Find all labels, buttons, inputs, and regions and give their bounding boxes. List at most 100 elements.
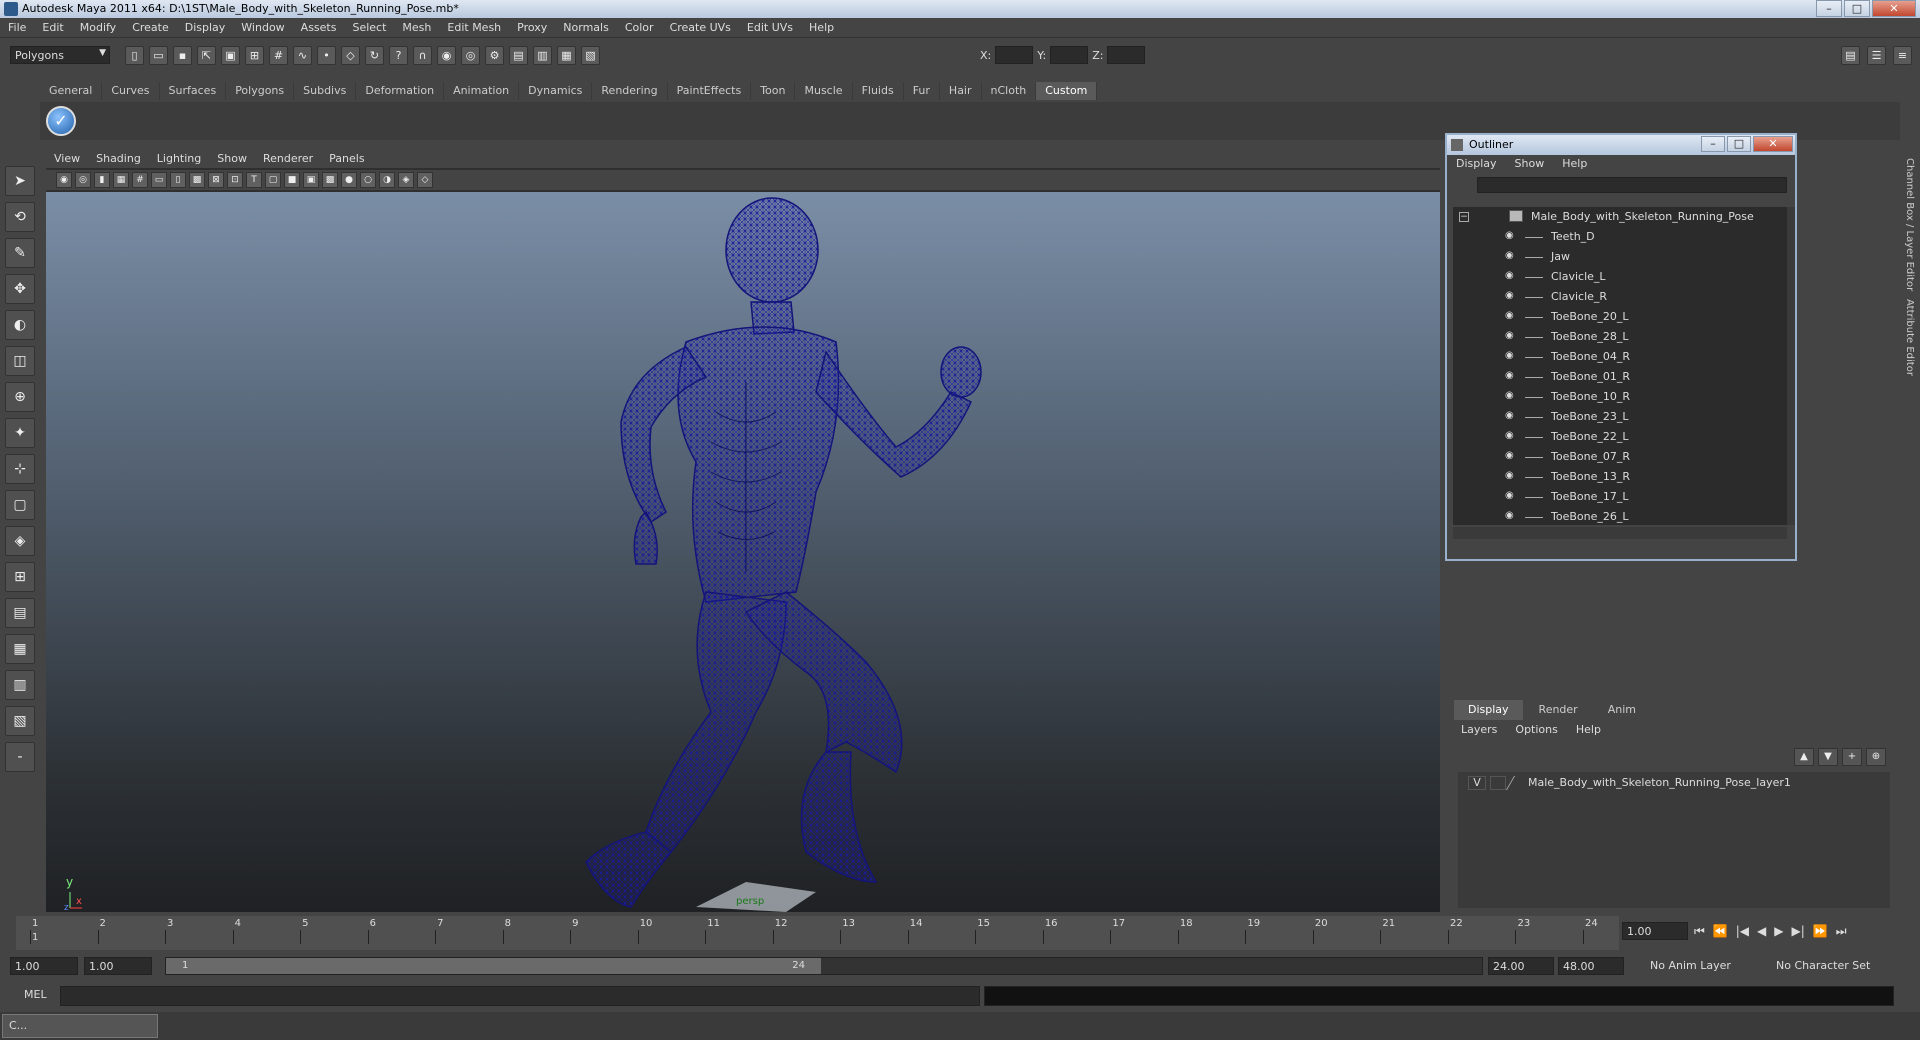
four-pane-layout-icon[interactable]: ⊞: [5, 562, 35, 592]
outliner-item[interactable]: ◉ ToeBone_22_L: [1453, 427, 1787, 447]
menu-color[interactable]: Color: [617, 18, 662, 34]
channel-box-toggle-icon[interactable]: ▥: [533, 46, 552, 65]
shelf-tab-custom[interactable]: Custom: [1036, 82, 1098, 100]
panel-menu-renderer[interactable]: Renderer: [255, 150, 321, 167]
render-frame-icon[interactable]: ◉: [437, 46, 456, 65]
range-bar[interactable]: 1 24: [165, 957, 1483, 975]
panel-layout-icon[interactable]: ▤: [1841, 46, 1860, 65]
menu-modify[interactable]: Modify: [72, 18, 124, 34]
minimize-button[interactable]: –: [1816, 0, 1842, 17]
menu-set-select[interactable]: Polygons ▼: [10, 46, 110, 64]
collapse-icon[interactable]: −: [1459, 212, 1469, 222]
render-settings-icon[interactable]: ⚙: [485, 46, 504, 65]
maximize-button[interactable]: □: [1844, 0, 1870, 17]
outliner-minimize-button[interactable]: –: [1701, 136, 1725, 152]
outliner-item[interactable]: ◉ Clavicle_R: [1453, 287, 1787, 307]
isolate-select-icon[interactable]: ◈: [398, 172, 414, 188]
shelf-tab-fluids[interactable]: Fluids: [853, 82, 904, 100]
create-layer-icon[interactable]: +: [1842, 748, 1862, 766]
new-scene-icon[interactable]: ▯: [125, 46, 144, 65]
shelf-tab-fur[interactable]: Fur: [904, 82, 940, 100]
outliner-maximize-button[interactable]: □: [1727, 136, 1751, 152]
bookmark-icon[interactable]: ▮: [94, 172, 110, 188]
outliner-titlebar[interactable]: Outliner – □ ✕: [1447, 135, 1795, 155]
safe-action-icon[interactable]: ⊡: [227, 172, 243, 188]
menu-help[interactable]: Help: [801, 18, 842, 34]
shelf-tab-general[interactable]: General: [40, 82, 103, 100]
default-light-icon[interactable]: ●: [341, 172, 357, 188]
film-gate-icon[interactable]: ▭: [151, 172, 167, 188]
channel-box-icon[interactable]: ☰: [1867, 46, 1886, 65]
shelf-tab-polygons[interactable]: Polygons: [226, 82, 295, 100]
select-hierarchy-icon[interactable]: ⇱: [197, 46, 216, 65]
shelf-tab-deformation[interactable]: Deformation: [356, 82, 445, 100]
single-pane-layout-icon[interactable]: ◈: [5, 526, 35, 556]
menu-edit-mesh[interactable]: Edit Mesh: [439, 18, 509, 34]
outliner-close-button[interactable]: ✕: [1753, 136, 1793, 152]
channel-box-tab[interactable]: Channel Box / Layer Editor: [1904, 158, 1915, 291]
image-plane-icon[interactable]: ▦: [113, 172, 129, 188]
close-button[interactable]: ✕: [1872, 0, 1916, 17]
shelf-tab-muscle[interactable]: Muscle: [795, 82, 853, 100]
textured-icon[interactable]: ▩: [322, 172, 338, 188]
panel-menu-lighting[interactable]: Lighting: [149, 150, 209, 167]
menu-proxy[interactable]: Proxy: [509, 18, 555, 34]
shelf-tab-surfaces[interactable]: Surfaces: [160, 82, 227, 100]
outliner-menu-display[interactable]: Display: [1447, 155, 1506, 172]
go-to-start-icon[interactable]: ⏮: [1694, 924, 1705, 939]
field-chart-icon[interactable]: ⊠: [208, 172, 224, 188]
shadows-icon[interactable]: ◑: [379, 172, 395, 188]
shelf-tab-rendering[interactable]: Rendering: [592, 82, 668, 100]
help-icon[interactable]: ?: [389, 46, 408, 65]
layer-tab-render[interactable]: Render: [1525, 700, 1592, 720]
menu-create-uvs[interactable]: Create UVs: [662, 18, 739, 34]
all-lights-icon[interactable]: ○: [360, 172, 376, 188]
attribute-editor-icon[interactable]: ≡: [1893, 46, 1912, 65]
outliner-item[interactable]: ◉ ToeBone_20_L: [1453, 307, 1787, 327]
resolution-gate-icon[interactable]: ▯: [170, 172, 186, 188]
menu-edit-uvs[interactable]: Edit UVs: [739, 18, 801, 34]
create-layer-from-selected-icon[interactable]: ⊕: [1866, 748, 1886, 766]
smooth-shade-icon[interactable]: ■: [284, 172, 300, 188]
select-object-icon[interactable]: ▣: [221, 46, 240, 65]
menu-window[interactable]: Window: [233, 18, 292, 34]
outliner-menu-show[interactable]: Show: [1506, 155, 1554, 172]
timeline-ticks[interactable]: 1 1 2 3 4 5 6 7 8 9 10 11 12 13 14 15 16 17 18 19 20 21 22 23 2…: [16, 916, 1619, 950]
hypershade-layout-icon[interactable]: ▥: [5, 670, 35, 700]
outliner-persp-layout-icon[interactable]: ▤: [5, 598, 35, 628]
custom-layout-icon[interactable]: ▧: [5, 706, 35, 736]
wireframe-on-shaded-icon[interactable]: ▣: [303, 172, 319, 188]
playback-end-field[interactable]: 24.00: [1488, 957, 1554, 975]
step-back-frame-icon[interactable]: |◀: [1736, 924, 1749, 939]
playback-start-field[interactable]: 1.00: [84, 957, 152, 975]
scale-tool-icon[interactable]: ◫: [5, 346, 35, 376]
outliner-item[interactable]: ◉ ToeBone_10_R: [1453, 387, 1787, 407]
outliner-horizontal-scrollbar[interactable]: [1453, 527, 1787, 539]
character-set-select[interactable]: No Character Set: [1772, 957, 1892, 975]
go-to-end-icon[interactable]: ⏭: [1836, 924, 1847, 939]
outliner-item[interactable]: ◉ ToeBone_04_R: [1453, 347, 1787, 367]
shelf-tab-curves[interactable]: Curves: [102, 82, 160, 100]
paint-select-icon[interactable]: ✎: [5, 238, 35, 268]
step-back-key-icon[interactable]: ⏪: [1713, 924, 1728, 939]
layer-menu-layers[interactable]: Layers: [1452, 720, 1506, 739]
shelf-tab-subdivs[interactable]: Subdivs: [294, 82, 357, 100]
panel-menu-view[interactable]: View: [46, 150, 88, 167]
end-time-field[interactable]: 48.00: [1558, 957, 1624, 975]
camera-icon[interactable]: ◉: [56, 172, 72, 188]
outliner-filter-input[interactable]: [1477, 177, 1787, 193]
anim-layer-select[interactable]: No Anim Layer: [1646, 957, 1746, 975]
attribute-editor-tab[interactable]: Attribute Editor: [1904, 299, 1915, 376]
panel-menu-show[interactable]: Show: [209, 150, 255, 167]
custom-shelf-check-icon[interactable]: ✓: [46, 106, 76, 136]
layer-row[interactable]: V Male_Body_with_Skeleton_Running_Pose_l…: [1458, 772, 1890, 792]
outliner-item[interactable]: ◉ ToeBone_07_R: [1453, 447, 1787, 467]
shelf-tab-toon[interactable]: Toon: [751, 82, 796, 100]
y-input[interactable]: [1050, 46, 1089, 64]
outliner-item[interactable]: ◉ ToeBone_17_L: [1453, 487, 1787, 507]
layer-tab-anim[interactable]: Anim: [1594, 700, 1650, 720]
snap-point-icon[interactable]: •: [317, 46, 336, 65]
menu-mesh[interactable]: Mesh: [394, 18, 439, 34]
command-language-label[interactable]: MEL: [24, 988, 47, 1001]
universal-manip-icon[interactable]: ⊕: [5, 382, 35, 412]
